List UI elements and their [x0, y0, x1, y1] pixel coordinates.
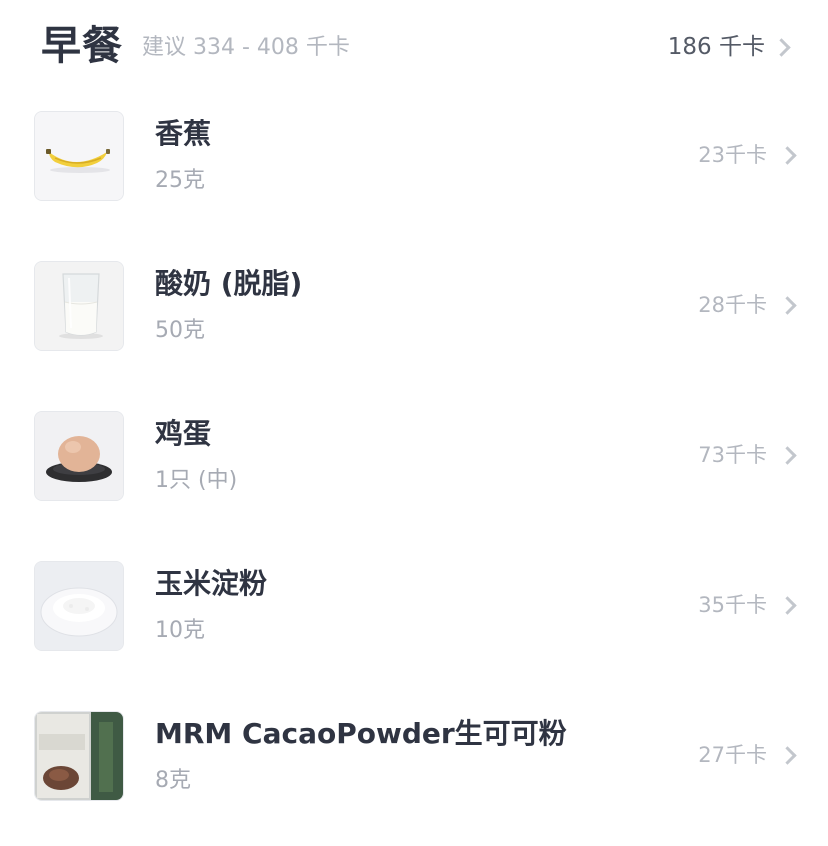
- food-kcal: 35千卡: [698, 593, 767, 617]
- food-kcal-group: 73千卡: [698, 440, 797, 470]
- food-amount: 25克: [155, 168, 205, 193]
- food-list: 香蕉 25克 23千卡 酸奶 (脱脂) 50克 28千卡 鸡蛋 1只 (中) 7…: [0, 96, 828, 846]
- food-amount: 1只 (中): [155, 468, 238, 493]
- food-name: 玉米淀粉: [155, 567, 268, 600]
- food-item-yogurt[interactable]: 酸奶 (脱脂) 50克 28千卡: [0, 246, 828, 396]
- food-kcal: 28千卡: [698, 293, 767, 317]
- food-item-egg[interactable]: 鸡蛋 1只 (中) 73千卡: [0, 396, 828, 546]
- food-kcal: 73千卡: [698, 443, 767, 467]
- food-amount: 50克: [155, 318, 205, 343]
- calorie-suggestion: 建议 334 - 408 千卡: [142, 35, 350, 60]
- food-kcal-group: 35千卡: [698, 590, 797, 620]
- food-amount: 10克: [155, 618, 205, 643]
- yogurt-glass-image: [34, 261, 124, 351]
- chevron-right-icon: [778, 445, 797, 465]
- food-name: 香蕉: [155, 117, 212, 150]
- food-item-banana[interactable]: 香蕉 25克 23千卡: [0, 96, 828, 246]
- meal-total-kcal: 186 千卡: [667, 34, 765, 60]
- cacao-powder-bag-image: [34, 711, 124, 801]
- food-kcal-group: 27千卡: [698, 740, 797, 770]
- cornstarch-plate-image: [34, 561, 124, 651]
- food-item-cacao-powder[interactable]: MRM CacaoPowder生可可粉 8克 27千卡: [0, 696, 828, 846]
- chevron-right-icon: [772, 37, 791, 57]
- food-name: MRM CacaoPowder生可可粉: [155, 717, 567, 750]
- banana-image: [34, 111, 124, 201]
- food-name: 酸奶 (脱脂): [155, 267, 303, 300]
- egg-on-plate-image: [34, 411, 124, 501]
- chevron-right-icon: [778, 745, 797, 765]
- chevron-right-icon: [778, 595, 797, 615]
- meal-title: 早餐: [41, 23, 123, 69]
- food-kcal: 27千卡: [698, 743, 767, 767]
- meal-total[interactable]: 186 千卡: [667, 31, 791, 63]
- food-name: 鸡蛋: [155, 417, 212, 450]
- food-kcal: 23千卡: [698, 143, 767, 167]
- food-kcal-group: 28千卡: [698, 290, 797, 320]
- meal-header[interactable]: 早餐 建议 334 - 408 千卡 186 千卡: [0, 0, 828, 96]
- chevron-right-icon: [778, 145, 797, 165]
- chevron-right-icon: [778, 295, 797, 315]
- food-item-cornstarch[interactable]: 玉米淀粉 10克 35千卡: [0, 546, 828, 696]
- food-amount: 8克: [155, 768, 191, 793]
- food-kcal-group: 23千卡: [698, 140, 797, 170]
